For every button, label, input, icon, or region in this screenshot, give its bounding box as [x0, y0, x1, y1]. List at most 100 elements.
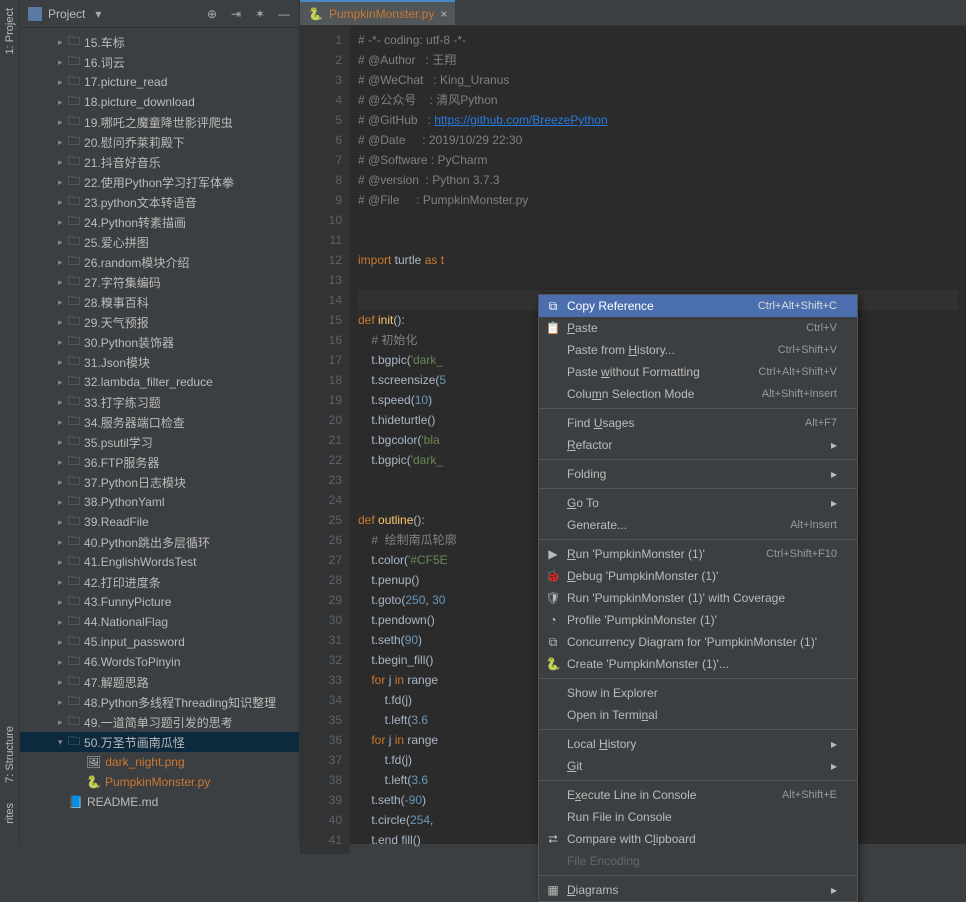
expand-arrow-icon[interactable]: ▸ — [58, 297, 68, 308]
tab-file[interactable]: 🐍 PumpkinMonster.py × — [300, 0, 455, 25]
target-icon[interactable]: ⊕ — [205, 7, 219, 21]
expand-arrow-icon[interactable]: ▸ — [58, 237, 68, 248]
expand-arrow-icon[interactable]: ▸ — [58, 277, 68, 288]
expand-arrow-icon[interactable]: ▸ — [58, 577, 68, 588]
folder-item[interactable]: ▸🗀26.random模块介绍 — [20, 252, 299, 272]
folder-item[interactable]: ▸🗀25.爱心拼图 — [20, 232, 299, 252]
folder-item[interactable]: ▸🗀43.FunnyPicture — [20, 592, 299, 612]
expand-arrow-icon[interactable]: ▸ — [58, 677, 68, 688]
expand-arrow-icon[interactable]: ▸ — [58, 437, 68, 448]
folder-item[interactable]: ▸🗀45.input_password — [20, 632, 299, 652]
menu-item[interactable]: Find UsagesAlt+F7 — [539, 412, 857, 434]
menu-item[interactable]: ◔Profile 'PumpkinMonster (1)' — [539, 609, 857, 631]
file-item[interactable]: 🐍PumpkinMonster.py — [20, 772, 299, 792]
hide-icon[interactable]: — — [277, 7, 291, 21]
expand-arrow-icon[interactable]: ▾ — [58, 737, 68, 748]
expand-arrow-icon[interactable]: ▸ — [58, 597, 68, 608]
folder-item[interactable]: ▸🗀37.Python日志模块 — [20, 472, 299, 492]
menu-item[interactable]: Show in Explorer — [539, 682, 857, 704]
expand-arrow-icon[interactable]: ▸ — [58, 637, 68, 648]
folder-item[interactable]: ▸🗀40.Python跳出多层循环 — [20, 532, 299, 552]
menu-item[interactable]: Refactor▸ — [539, 434, 857, 456]
folder-item[interactable]: ▸🗀35.psutil学习 — [20, 432, 299, 452]
menu-item[interactable]: 🛡Run 'PumpkinMonster (1)' with Coverage — [539, 587, 857, 609]
expand-arrow-icon[interactable]: ▸ — [58, 197, 68, 208]
folder-item[interactable]: ▸🗀46.WordsToPinyin — [20, 652, 299, 672]
menu-item[interactable]: Generate...Alt+Insert — [539, 514, 857, 536]
folder-item[interactable]: ▸🗀33.打字练习题 — [20, 392, 299, 412]
folder-item[interactable]: ▸🗀15.车标 — [20, 32, 299, 52]
folder-item[interactable]: ▸🗀31.Json模块 — [20, 352, 299, 372]
expand-arrow-icon[interactable]: ▸ — [58, 37, 68, 48]
expand-arrow-icon[interactable]: ▸ — [58, 177, 68, 188]
chevron-down-icon[interactable]: ▾ — [91, 7, 105, 21]
gear-icon[interactable]: ✶ — [253, 7, 267, 21]
expand-arrow-icon[interactable]: ▸ — [58, 617, 68, 628]
expand-arrow-icon[interactable]: ▸ — [58, 117, 68, 128]
expand-arrow-icon[interactable]: ▸ — [58, 157, 68, 168]
folder-item[interactable]: ▸🗀16.词云 — [20, 52, 299, 72]
folder-item[interactable]: ▸🗀48.Python多线程Threading知识整理 — [20, 692, 299, 712]
menu-item[interactable]: ⮂Compare with Clipboard — [539, 828, 857, 850]
menu-item[interactable]: ▦Diagrams▸ — [539, 879, 857, 901]
expand-arrow-icon[interactable]: ▸ — [58, 317, 68, 328]
menu-item[interactable]: 🐍Create 'PumpkinMonster (1)'... — [539, 653, 857, 675]
folder-item[interactable]: ▸🗀18.picture_download — [20, 92, 299, 112]
folder-item[interactable]: ▸🗀42.打印进度条 — [20, 572, 299, 592]
rail-structure[interactable]: 7: Structure — [4, 726, 16, 783]
expand-arrow-icon[interactable]: ▸ — [58, 517, 68, 528]
expand-arrow-icon[interactable]: ▸ — [58, 337, 68, 348]
menu-item[interactable]: Open in Terminal — [539, 704, 857, 726]
expand-arrow-icon[interactable]: ▸ — [58, 377, 68, 388]
folder-item[interactable]: ▸🗀30.Python装饰器 — [20, 332, 299, 352]
folder-item[interactable]: ▸🗀38.PythonYaml — [20, 492, 299, 512]
folder-item[interactable]: ▸🗀19.哪吒之魔童降世影评爬虫 — [20, 112, 299, 132]
folder-item[interactable]: ▸🗀23.python文本转语音 — [20, 192, 299, 212]
folder-item[interactable]: ▸🗀39.ReadFile — [20, 512, 299, 532]
menu-item[interactable]: Run File in Console — [539, 806, 857, 828]
file-item[interactable]: 📘README.md — [20, 792, 299, 812]
folder-item[interactable]: ▸🗀34.服务器端口检查 — [20, 412, 299, 432]
collapse-icon[interactable]: ⇥ — [229, 7, 243, 21]
file-item[interactable]: 🖼dark_night.png — [20, 752, 299, 772]
expand-arrow-icon[interactable]: ▸ — [58, 417, 68, 428]
expand-arrow-icon[interactable]: ▸ — [58, 97, 68, 108]
folder-item[interactable]: ▸🗀41.EnglishWordsTest — [20, 552, 299, 572]
menu-item[interactable]: Execute Line in ConsoleAlt+Shift+E — [539, 784, 857, 806]
menu-item[interactable]: 🐞Debug 'PumpkinMonster (1)' — [539, 565, 857, 587]
folder-item[interactable]: ▸🗀21.抖音好音乐 — [20, 152, 299, 172]
menu-item[interactable]: Git▸ — [539, 755, 857, 777]
folder-item[interactable]: ▸🗀27.字符集编码 — [20, 272, 299, 292]
menu-item[interactable]: Folding▸ — [539, 463, 857, 485]
expand-arrow-icon[interactable]: ▸ — [58, 77, 68, 88]
menu-item[interactable]: Go To▸ — [539, 492, 857, 514]
expand-arrow-icon[interactable]: ▸ — [58, 257, 68, 268]
menu-item[interactable]: Local History▸ — [539, 733, 857, 755]
folder-item[interactable]: ▸🗀28.糗事百科 — [20, 292, 299, 312]
menu-item[interactable]: ⧉Concurrency Diagram for 'PumpkinMonster… — [539, 631, 857, 653]
folder-item[interactable]: ▸🗀20.慰问乔莱莉殿下 — [20, 132, 299, 152]
folder-item[interactable]: ▸🗀32.lambda_filter_reduce — [20, 372, 299, 392]
expand-arrow-icon[interactable]: ▸ — [58, 497, 68, 508]
menu-item[interactable]: Column Selection ModeAlt+Shift+Insert — [539, 383, 857, 405]
expand-arrow-icon[interactable]: ▸ — [58, 217, 68, 228]
menu-item[interactable]: File Encoding — [539, 850, 857, 872]
folder-item[interactable]: ▾🗀50.万圣节画南瓜怪 — [20, 732, 299, 752]
menu-item[interactable]: ▶Run 'PumpkinMonster (1)'Ctrl+Shift+F10 — [539, 543, 857, 565]
folder-item[interactable]: ▸🗀24.Python转素描画 — [20, 212, 299, 232]
project-tree[interactable]: ▸🗀15.车标▸🗀16.词云▸🗀17.picture_read▸🗀18.pict… — [20, 28, 299, 844]
folder-item[interactable]: ▸🗀47.解题思路 — [20, 672, 299, 692]
expand-arrow-icon[interactable]: ▸ — [58, 397, 68, 408]
expand-arrow-icon[interactable]: ▸ — [58, 137, 68, 148]
folder-item[interactable]: ▸🗀17.picture_read — [20, 72, 299, 92]
rail-project[interactable]: 1: Project — [4, 8, 16, 54]
menu-item[interactable]: ⧉Copy ReferenceCtrl+Alt+Shift+C — [539, 295, 857, 317]
expand-arrow-icon[interactable]: ▸ — [58, 457, 68, 468]
expand-arrow-icon[interactable]: ▸ — [58, 657, 68, 668]
rail-favorites[interactable]: rites — [4, 803, 16, 824]
expand-arrow-icon[interactable]: ▸ — [58, 697, 68, 708]
expand-arrow-icon[interactable]: ▸ — [58, 57, 68, 68]
menu-item[interactable]: Paste without FormattingCtrl+Alt+Shift+V — [539, 361, 857, 383]
expand-arrow-icon[interactable]: ▸ — [58, 557, 68, 568]
close-icon[interactable]: × — [440, 7, 447, 21]
